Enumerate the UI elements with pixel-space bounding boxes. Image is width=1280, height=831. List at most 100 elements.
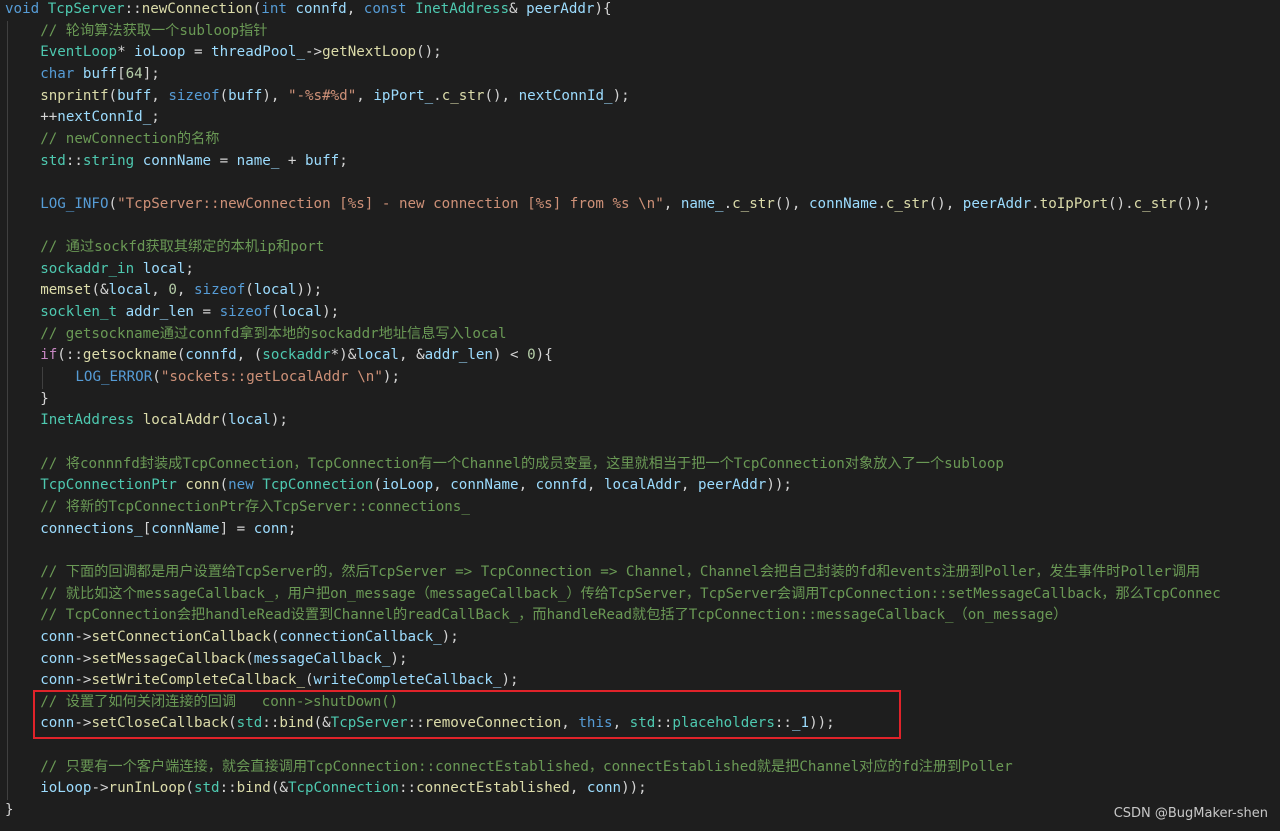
code-token: );: [441, 628, 459, 645]
code-token: buff: [82, 65, 118, 82]
code-line[interactable]: socklen_t addr_len = sizeof(local);: [40, 302, 339, 324]
code-token: sockaddr: [262, 347, 331, 364]
code-token: placeholders: [672, 715, 775, 732]
code-line[interactable]: }: [5, 800, 14, 822]
code-line[interactable]: sockaddr_in local;: [40, 259, 194, 281]
code-line[interactable]: // 将新的TcpConnectionPtr存入TcpServer::conne…: [40, 497, 470, 519]
code-line[interactable]: // TcpConnection会把handleRead设置到Channel的r…: [40, 605, 1067, 627]
code-token: (: [228, 715, 237, 732]
code-token: buff: [305, 152, 340, 169]
code-token: sizeof: [168, 87, 220, 104]
code-token: ,: [176, 282, 194, 299]
code-line[interactable]: conn->setMessageCallback(messageCallback…: [40, 649, 407, 671]
code-token: ));: [809, 715, 835, 732]
code-line[interactable]: // 将connnfd封装成TcpConnection，TcpConnectio…: [40, 454, 1004, 476]
code-line[interactable]: if(::getsockname(connfd, (sockaddr*)&loc…: [40, 345, 553, 367]
code-line[interactable]: snprintf(buff, sizeof(buff), "-%s#%d", i…: [40, 86, 629, 108]
code-line[interactable]: // 下面的回调都是用户设置给TcpServer的，然后TcpServer =>…: [40, 562, 1200, 584]
code-token: local: [228, 412, 271, 429]
code-token: // 下面的回调都是用户设置给TcpServer的，然后TcpServer =>…: [40, 563, 1201, 580]
code-token: // 设置了如何关闭连接的回调 conn->shutDown(): [40, 693, 399, 710]
code-token: void: [5, 1, 40, 17]
code-token: InetAddress: [415, 1, 510, 17]
code-token: conn: [253, 520, 288, 537]
code-token: localAddr: [142, 412, 220, 429]
code-token: (: [185, 780, 194, 797]
code-token: (&: [313, 715, 331, 732]
code-line[interactable]: // 只要有一个客户端连接，就会直接调用TcpConnection::conne…: [40, 757, 1012, 779]
code-token: // 只要有一个客户端连接，就会直接调用TcpConnection::conne…: [40, 758, 1013, 775]
code-line[interactable]: connections_[connName] = conn;: [40, 519, 296, 541]
code-token: local: [253, 282, 297, 299]
code-line[interactable]: conn->setWriteCompleteCallback_(writeCom…: [40, 670, 518, 692]
code-token: std: [40, 152, 66, 169]
code-token: }: [40, 390, 49, 407]
code-token: const: [363, 1, 407, 17]
code-token: connections_: [40, 520, 143, 537]
code-line[interactable]: LOG_INFO("TcpServer::newConnection [%s] …: [40, 194, 1210, 216]
code-line[interactable]: InetAddress localAddr(local);: [40, 410, 288, 432]
code-line[interactable]: void TcpServer::newConnection(int connfd…: [5, 0, 612, 21]
code-token: (: [305, 672, 314, 689]
code-token: char: [40, 65, 75, 82]
code-token: socklen_t: [40, 304, 118, 321]
code-token: this: [578, 715, 613, 732]
code-line[interactable]: // 通过sockfd获取其绑定的本机ip和port: [40, 237, 324, 259]
code-line[interactable]: char buff[64];: [40, 64, 160, 86]
code-line[interactable]: conn->setConnectionCallback(connectionCa…: [40, 627, 459, 649]
code-line[interactable]: std::string connName = name_ + buff;: [40, 151, 348, 173]
indent-guide: [7, 20, 8, 801]
code-token: ++: [40, 109, 58, 126]
code-token: // getsockname通过connfd拿到本地的sockaddr地址信息写…: [40, 325, 507, 342]
code-line[interactable]: // 轮询算法获取一个subloop指针: [40, 21, 267, 43]
code-token: buff: [117, 87, 152, 104]
code-token: (),: [928, 195, 963, 212]
code-token: connfd: [185, 347, 237, 364]
code-token: ,: [518, 477, 536, 494]
code-line[interactable]: ++nextConnId_;: [40, 107, 160, 129]
code-token: "-%s#%d": [287, 87, 357, 104]
code-token: runInLoop: [108, 780, 186, 797]
code-line[interactable]: // 就比如这个messageCallback_，用户把on_message（m…: [40, 584, 1221, 606]
code-line[interactable]: ioLoop->runInLoop(std::bind(&TcpConnecti…: [40, 778, 647, 800]
code-token: ->: [305, 44, 323, 61]
code-token: conn: [40, 628, 75, 645]
code-token: ];: [142, 65, 160, 82]
code-token: , &: [398, 347, 425, 364]
code-token: connfd: [535, 477, 587, 494]
code-line[interactable]: memset(&local, 0, sizeof(local));: [40, 280, 322, 302]
code-token: ioLoop: [134, 44, 186, 61]
code-token: );: [612, 87, 630, 104]
code-token: ::: [655, 715, 673, 732]
code-line[interactable]: // 设置了如何关闭连接的回调 conn->shutDown(): [40, 692, 398, 714]
code-token: ioLoop: [381, 477, 434, 494]
code-line[interactable]: conn->setCloseCallback(std::bind(&TcpSer…: [40, 713, 835, 735]
code-token: nextConnId_: [518, 87, 613, 104]
code-token: );: [322, 304, 340, 321]
code-token: bind: [279, 715, 314, 732]
code-line[interactable]: TcpConnectionPtr conn(new TcpConnection(…: [40, 475, 792, 497]
code-token: conn: [586, 780, 622, 797]
code-token: (: [108, 195, 118, 212]
code-line[interactable]: EventLoop* ioLoop = threadPool_->getNext…: [40, 42, 442, 64]
code-line[interactable]: LOG_ERROR("sockets::getLocalAddr \n");: [75, 367, 400, 389]
code-token: 0: [168, 282, 177, 299]
code-token: threadPool_: [211, 44, 305, 61]
code-line[interactable]: // getsockname通过connfd拿到本地的sockaddr地址信息写…: [40, 324, 506, 346]
code-editor[interactable]: void TcpServer::newConnection(int connfd…: [0, 0, 1280, 831]
code-token: ){: [535, 347, 553, 364]
code-token: setConnectionCallback: [91, 628, 271, 645]
code-token: sockaddr_in: [40, 260, 135, 277]
code-token: peerAddr: [962, 195, 1032, 212]
code-token: (),: [484, 87, 519, 104]
code-token: // TcpConnection会把handleRead设置到Channel的r…: [40, 607, 1068, 624]
code-line[interactable]: // newConnection的名称: [40, 129, 219, 151]
code-line[interactable]: }: [40, 389, 49, 411]
indent-guide: [42, 367, 44, 389]
code-token: );: [501, 672, 519, 689]
